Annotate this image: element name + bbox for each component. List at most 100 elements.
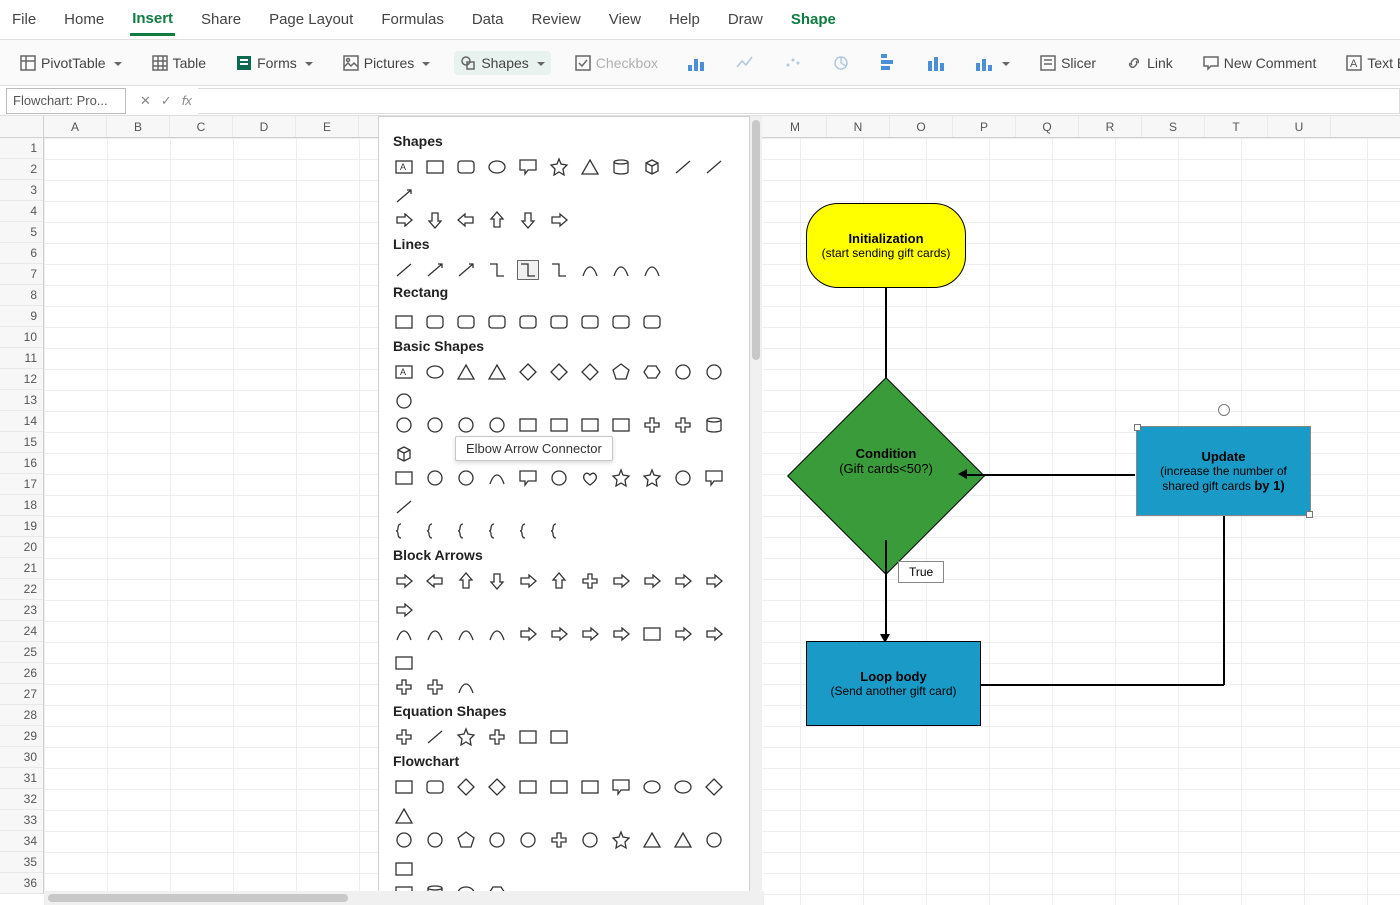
shape-option-arrow[interactable] [424, 260, 446, 280]
col-header[interactable]: A [44, 116, 107, 137]
col-header[interactable]: B [107, 116, 170, 137]
shape-option-circ[interactable] [455, 415, 477, 435]
flowchart-process-update[interactable]: Update (increase the number of shared gi… [1136, 426, 1311, 516]
row-header[interactable]: 27 [0, 684, 43, 705]
pictures-button[interactable]: Pictures [337, 51, 437, 75]
shape-option-curve[interactable] [455, 624, 477, 644]
shape-option-circ[interactable] [486, 830, 508, 850]
shape-option-circ[interactable] [672, 468, 694, 488]
row-header[interactable]: 33 [0, 810, 43, 831]
shape-option-rect[interactable] [517, 727, 539, 747]
shape-option-rarrow[interactable] [610, 624, 632, 644]
shape-option-line[interactable] [424, 727, 446, 747]
name-box[interactable]: Flowchart: Pro... [6, 88, 126, 114]
chart-bar-button[interactable] [874, 51, 904, 75]
shape-option-callout[interactable] [610, 777, 632, 797]
row-header[interactable]: 24 [0, 621, 43, 642]
shape-option-oval[interactable] [672, 777, 694, 797]
tab-shape[interactable]: Shape [789, 5, 838, 34]
forms-button[interactable]: Forms [230, 51, 319, 75]
shape-option-circ[interactable] [703, 362, 725, 382]
chart-combo-button[interactable] [970, 51, 1016, 75]
shape-option-rrect[interactable] [455, 157, 477, 177]
shape-option-cyl[interactable] [703, 415, 725, 435]
row-header[interactable]: 23 [0, 600, 43, 621]
shape-option-uarrow[interactable] [548, 571, 570, 591]
shape-option-rect[interactable] [641, 624, 663, 644]
row-header[interactable]: 19 [0, 516, 43, 537]
flowchart-decision-condition[interactable]: Condition (Gift cards<50?) [786, 406, 986, 546]
shape-option-brace[interactable] [393, 521, 415, 541]
col-header[interactable]: P [953, 116, 1016, 137]
shape-option-rect[interactable] [579, 415, 601, 435]
formula-input[interactable] [198, 88, 1400, 114]
shape-option-curve[interactable] [455, 677, 477, 697]
col-header[interactable]: M [764, 116, 827, 137]
shape-option-circ[interactable] [579, 830, 601, 850]
chart-pie-button[interactable] [826, 51, 856, 75]
checkbox-button[interactable]: Checkbox [569, 51, 664, 75]
shape-option-star[interactable] [610, 468, 632, 488]
row-header[interactable]: 17 [0, 474, 43, 495]
shape-option-darrow[interactable] [424, 210, 446, 230]
shape-option-rrect[interactable] [517, 312, 539, 332]
textbox-button[interactable]: A Text Box [1340, 51, 1400, 75]
shape-option-diam[interactable] [579, 362, 601, 382]
shape-option-rrect[interactable] [579, 312, 601, 332]
col-header[interactable]: D [233, 116, 296, 137]
shape-option-heart[interactable] [579, 468, 601, 488]
shape-option-curve[interactable] [579, 260, 601, 280]
shape-option-line[interactable] [393, 497, 415, 517]
shape-option-rrect[interactable] [486, 312, 508, 332]
shape-option-brace[interactable] [424, 521, 446, 541]
shape-option-rrect[interactable] [424, 777, 446, 797]
shape-option-diam[interactable] [703, 777, 725, 797]
shape-option-rect[interactable] [548, 727, 570, 747]
shape-option-rect[interactable] [393, 859, 415, 879]
shape-option-rarrow[interactable] [579, 624, 601, 644]
row-header[interactable]: 32 [0, 789, 43, 810]
shape-option-rect[interactable] [393, 312, 415, 332]
shape-option-star[interactable] [548, 157, 570, 177]
shape-option-rrect[interactable] [424, 312, 446, 332]
shape-option-circ[interactable] [393, 391, 415, 411]
shape-option-oval[interactable] [486, 157, 508, 177]
row-header[interactable]: 1 [0, 138, 43, 159]
shape-option-rarrow[interactable] [393, 600, 415, 620]
tab-formulas[interactable]: Formulas [379, 5, 446, 34]
shape-option-rrect[interactable] [548, 312, 570, 332]
shape-option-plus[interactable] [579, 571, 601, 591]
shape-option-star[interactable] [455, 727, 477, 747]
shape-option-curve[interactable] [486, 468, 508, 488]
cancel-formula-icon[interactable]: ✕ [140, 93, 151, 109]
shape-option-circ[interactable] [424, 415, 446, 435]
shape-option-cube[interactable] [393, 444, 415, 464]
col-header[interactable]: R [1079, 116, 1142, 137]
row-header[interactable]: 29 [0, 726, 43, 747]
shape-option-callout[interactable] [517, 157, 539, 177]
shape-option-plus[interactable] [672, 415, 694, 435]
rotation-handle-icon[interactable] [1218, 404, 1230, 416]
shape-option-brace[interactable] [517, 521, 539, 541]
shape-option-circ[interactable] [703, 830, 725, 850]
shape-option-rarrow[interactable] [703, 571, 725, 591]
row-header[interactable]: 35 [0, 852, 43, 873]
shape-option-rarrow[interactable] [393, 210, 415, 230]
chart-histogram-button[interactable] [922, 51, 952, 75]
row-header[interactable]: 14 [0, 411, 43, 432]
col-header[interactable]: Q [1016, 116, 1079, 137]
shape-option-plus[interactable] [393, 677, 415, 697]
shape-option-plus[interactable] [486, 727, 508, 747]
shape-option-rect[interactable] [610, 415, 632, 435]
shape-option-rect[interactable] [393, 653, 415, 673]
row-header[interactable]: 12 [0, 369, 43, 390]
row-header[interactable]: 25 [0, 642, 43, 663]
row-header[interactable]: 22 [0, 579, 43, 600]
col-header[interactable]: C [170, 116, 233, 137]
connector-arrow[interactable] [965, 474, 1135, 476]
row-header[interactable]: 6 [0, 243, 43, 264]
shape-option-plus[interactable] [548, 830, 570, 850]
shape-option-brace[interactable] [455, 521, 477, 541]
shape-option-uarrow[interactable] [455, 571, 477, 591]
shape-option-circ[interactable] [548, 468, 570, 488]
